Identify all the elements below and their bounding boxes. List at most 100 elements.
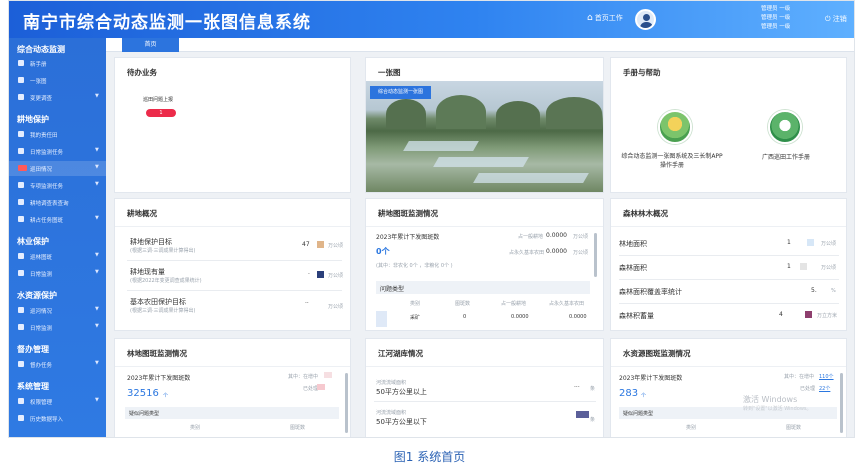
river-row-unit: 条 (590, 386, 596, 392)
sidebar-item-special-task[interactable]: 专项监测任务 ▼ (9, 178, 106, 193)
patch-stat1-label: 占一般耕地 (518, 234, 544, 240)
todo-item-label[interactable]: 巡田问题上报 (143, 96, 173, 103)
water-tag-value[interactable]: 22个 (819, 385, 830, 392)
forest-row-unit: % (831, 288, 836, 294)
sidebar-item-supervision-task[interactable]: 督办任务 ▼ (9, 357, 106, 372)
forest-patch-title: 林地图斑监测情况 (127, 349, 187, 358)
river-card: 江河湖库情况 河流流域面积 50平方公里以上 ··· 条 河流流域面积 50平方… (365, 338, 604, 437)
tab-home[interactable]: 首页 (122, 38, 179, 52)
patch-breakdown: (其中：非农化 0个 ，非粮化 0个 ) (376, 263, 453, 269)
patch-scrollbar[interactable] (594, 233, 597, 277)
forest-patch-card: 林地图斑监测情况 2023年累计下发图斑数 其中：在增中 已处理 32516 个… (114, 338, 351, 437)
activation-watermark-sub: 转到"设置"以激活 Windows。 (743, 406, 812, 412)
manual-logo-icon[interactable] (658, 110, 692, 144)
survey-icon (18, 94, 24, 100)
home-link[interactable]: ⌂ 首页工作 (587, 13, 623, 23)
task-icon (18, 182, 24, 188)
patch-col-header: 类别 (410, 301, 421, 307)
patch-col-header: 占永久基本农田 (549, 301, 585, 307)
patch-cell: 采矿 (410, 315, 421, 321)
manual-card: 手册与帮助 综合动态监测一张图系统及三长制APP操作手册 广西巡田工作手册 (610, 57, 847, 193)
forest-row-value: 1 (787, 263, 791, 270)
river-row-sub: 河流流域面积 (376, 410, 407, 416)
farmland-row-unit: 万公顷 (328, 243, 344, 249)
water-count[interactable]: 283 (619, 388, 638, 399)
app-window: 南宁市综合动态监测一张图信息系统 ⌂ 首页工作 管理员 一级 管理员 一级 管理员… (8, 0, 855, 438)
sidebar-item-occupation[interactable]: 耕占任务图斑 ▼ (9, 212, 106, 227)
patch-table-title: 问题类型 (380, 286, 405, 293)
forest-patch-tag: 已处理 (303, 386, 319, 392)
river-row-value: ··· (574, 384, 580, 391)
forest-title: 森林林木概况 (623, 209, 668, 218)
patrol-logo-icon[interactable] (768, 110, 802, 144)
patch-year-label: 2023年累计下发图斑数 (376, 234, 440, 241)
river-row-sub: 河流流域面积 (376, 380, 407, 386)
patch-stat1-value: 0.0000 (546, 232, 567, 239)
top-header: 南宁市综合动态监测一张图信息系统 ⌂ 首页工作 管理员 一级 管理员 一级 管理员… (9, 1, 854, 38)
map-icon (18, 77, 24, 83)
farmland-row-value: 47 (302, 241, 310, 248)
water-tag-value[interactable]: 110个 (819, 373, 834, 380)
forest-patch-scrollbar[interactable] (345, 373, 348, 433)
search-icon (18, 199, 24, 205)
farmland-row-sub: (根据2022年变更调查成果统计) (130, 278, 202, 284)
sidebar-item-survey-query[interactable]: 耕地调查表查询 (9, 195, 106, 210)
chevron-down-icon: ▼ (95, 360, 99, 366)
water-scrollbar[interactable] (840, 373, 843, 433)
avatar[interactable] (635, 9, 656, 30)
water-title: 水资源图斑监测情况 (623, 349, 691, 358)
sidebar-section-supervision[interactable]: 督办管理 (17, 344, 49, 355)
sidebar-item-water-daily[interactable]: 日常监测 ▼ (9, 320, 106, 335)
chevron-down-icon: ▼ (95, 397, 99, 403)
river-row-label: 50平方公里以下 (376, 418, 427, 426)
todo-title: 待办业务 (127, 68, 157, 77)
map-preview-image[interactable]: 综合动态监测一张图 (366, 81, 603, 192)
sidebar-section-system[interactable]: 系统管理 (17, 381, 49, 392)
patch-title: 耕地图斑监测情况 (378, 209, 438, 218)
forest-row-value: 5. (811, 287, 817, 294)
sidebar-section-monitoring[interactable]: 综合动态监测 (17, 44, 65, 55)
logout-button[interactable]: ⏻ 注销 (825, 14, 847, 24)
forest-row-label: 森林积蓄量 (619, 312, 654, 320)
forest-row-swatch (807, 239, 814, 246)
sidebar-section-farmland[interactable]: 耕地保护 (17, 114, 49, 125)
farmland-row-label: 基本农田保护目标 (130, 298, 186, 306)
sidebar-item-forest-daily[interactable]: 日常监测 ▼ (9, 266, 106, 281)
water-card: 水资源图斑监测情况 2023年累计下发图斑数 其中：在增中 110个 已处理 2… (610, 338, 847, 437)
sidebar-item-patrol[interactable]: 巡田情况 ▼ (9, 161, 106, 176)
sidebar-item-change-survey[interactable]: 变更调查 ▼ (9, 90, 106, 105)
manual-item-patrol[interactable]: 广西巡田工作手册 (746, 152, 826, 161)
chevron-down-icon: ▼ (95, 93, 99, 99)
sidebar-item-daily-task[interactable]: 日常监测任务 ▼ (9, 144, 106, 159)
monitor-icon (18, 270, 24, 276)
sidebar-item-import[interactable]: 历史数据导入 (9, 411, 106, 426)
forest-patch-col-header: 类别 (190, 425, 201, 431)
user-tag: 管理员 一级 (761, 24, 791, 30)
water-tag: 已处理 (800, 386, 816, 392)
forest-row-label: 林地面积 (619, 240, 647, 248)
sidebar-section-forest[interactable]: 林业保护 (17, 236, 49, 247)
logout-label: 注销 (832, 15, 847, 23)
water-table-title: 疑似问题类型 (623, 411, 654, 417)
farmland-row-unit: 万公顷 (328, 304, 344, 310)
sidebar-item-manual[interactable]: 新手册 (9, 56, 106, 71)
sidebar-item-river[interactable]: 巡河情况 ▼ (9, 303, 106, 318)
water-year-label: 2023年累计下发图斑数 (619, 375, 683, 382)
sidebar-item-map[interactable]: 一张图 (9, 73, 106, 88)
sidebar-section-water[interactable]: 水资源保护 (17, 290, 57, 301)
manual-title: 手册与帮助 (623, 68, 661, 77)
river-row-label: 50平方公里以上 (376, 388, 427, 396)
sidebar-item-my-field[interactable]: 我的责任田 (9, 127, 106, 142)
sidebar-item-permission[interactable]: 权限管理 ▼ (9, 394, 106, 409)
forest-patch-count[interactable]: 32516 (127, 388, 159, 399)
forest-patch-count-unit: 个 (163, 393, 169, 399)
home-link-label: 首页工作 (594, 14, 623, 22)
todo-count-badge[interactable]: 1 (146, 109, 176, 117)
manual-item-app[interactable]: 综合动态监测一张图系统及三长制APP操作手册 (621, 152, 723, 170)
map-badge[interactable]: 综合动态监测一张图 (370, 86, 432, 99)
sidebar-item-forest-patch[interactable]: 巡林图斑 ▼ (9, 249, 106, 264)
task-icon (18, 148, 24, 154)
forest-patch-col-header: 图斑数 (290, 425, 306, 431)
map-title: 一张图 (378, 68, 401, 77)
patch-count[interactable]: 0个 (376, 246, 390, 257)
